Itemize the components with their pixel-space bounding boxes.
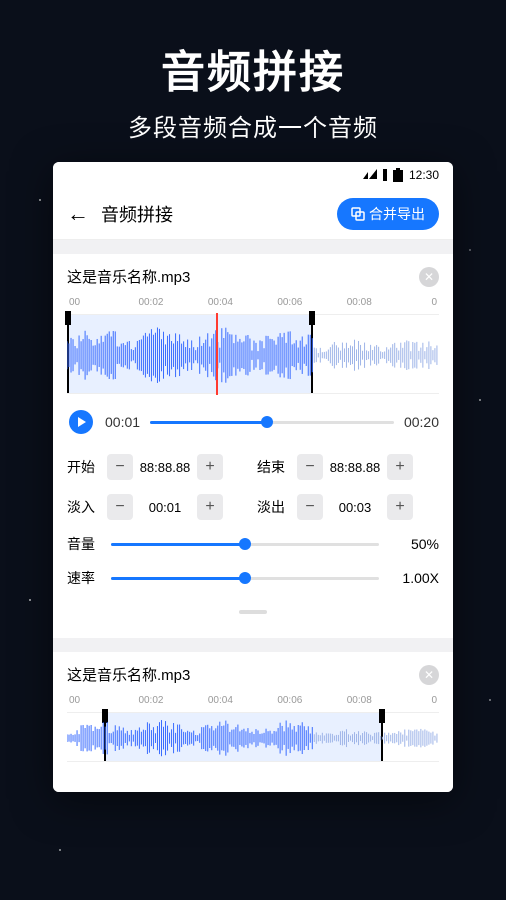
progress-slider[interactable]: [150, 421, 394, 424]
speed-value: 1.00X: [391, 570, 439, 586]
signal-icon: [383, 169, 387, 181]
track1-filename: 这是音乐名称.mp3: [67, 266, 190, 287]
speed-label: 速率: [67, 568, 99, 588]
fadein-value: 00:01: [135, 500, 195, 515]
end-label: 结束: [257, 457, 289, 477]
play-button[interactable]: [67, 408, 95, 436]
fadeout-minus-button[interactable]: −: [297, 494, 323, 520]
track2-remove-button[interactable]: ✕: [419, 665, 439, 685]
play-total-time: 00:20: [404, 414, 439, 430]
track1-timeline: 00 00:02 00:04 00:06 00:08 0: [67, 297, 439, 308]
track-card-1: 这是音乐名称.mp3 ✕ 00 00:02 00:04 00:06 00:08 …: [53, 254, 453, 638]
start-value: 88:88.88: [135, 460, 195, 475]
start-label: 开始: [67, 457, 99, 477]
fadein-label: 淡入: [67, 497, 99, 517]
export-label: 合并导出: [369, 204, 425, 224]
merge-icon: [351, 207, 365, 221]
track1-waveform[interactable]: [67, 314, 439, 394]
volume-slider[interactable]: [111, 543, 379, 546]
speed-slider[interactable]: [111, 577, 379, 580]
start-plus-button[interactable]: +: [197, 454, 223, 480]
phone-frame: 12:30 ← 音频拼接 合并导出 这是音乐名称.mp3 ✕ 00 00:02 …: [53, 162, 453, 792]
status-bar: 12:30: [53, 162, 453, 188]
volume-value: 50%: [391, 536, 439, 552]
fadein-plus-button[interactable]: +: [197, 494, 223, 520]
fadeout-label: 淡出: [257, 497, 289, 517]
track2-timeline: 00 00:02 00:04 00:06 00:08 0: [67, 695, 439, 706]
fadein-minus-button[interactable]: −: [107, 494, 133, 520]
track1-playhead[interactable]: [216, 313, 218, 395]
track2-filename: 这是音乐名称.mp3: [67, 664, 190, 685]
app-header: ← 音频拼接 合并导出: [53, 188, 453, 240]
play-current-time: 00:01: [105, 414, 140, 430]
hero-subtitle: 多段音频合成一个音频: [0, 108, 506, 143]
start-minus-button[interactable]: −: [107, 454, 133, 480]
track1-remove-button[interactable]: ✕: [419, 267, 439, 287]
status-time: 12:30: [409, 168, 439, 182]
end-plus-button[interactable]: +: [387, 454, 413, 480]
page-title: 音频拼接: [101, 201, 337, 227]
end-value: 88:88.88: [325, 460, 385, 475]
track-card-2: 这是音乐名称.mp3 ✕ 00 00:02 00:04 00:06 00:08 …: [53, 652, 453, 792]
wifi-icon: [363, 169, 377, 181]
export-button[interactable]: 合并导出: [337, 198, 439, 230]
end-minus-button[interactable]: −: [297, 454, 323, 480]
fadeout-plus-button[interactable]: +: [387, 494, 413, 520]
battery-icon: [393, 168, 403, 182]
volume-label: 音量: [67, 534, 99, 554]
track2-waveform[interactable]: [67, 712, 439, 762]
fadeout-value: 00:03: [325, 500, 385, 515]
drag-handle[interactable]: [67, 602, 439, 622]
back-button[interactable]: ←: [67, 201, 89, 227]
hero-title: 音频拼接: [0, 36, 506, 100]
